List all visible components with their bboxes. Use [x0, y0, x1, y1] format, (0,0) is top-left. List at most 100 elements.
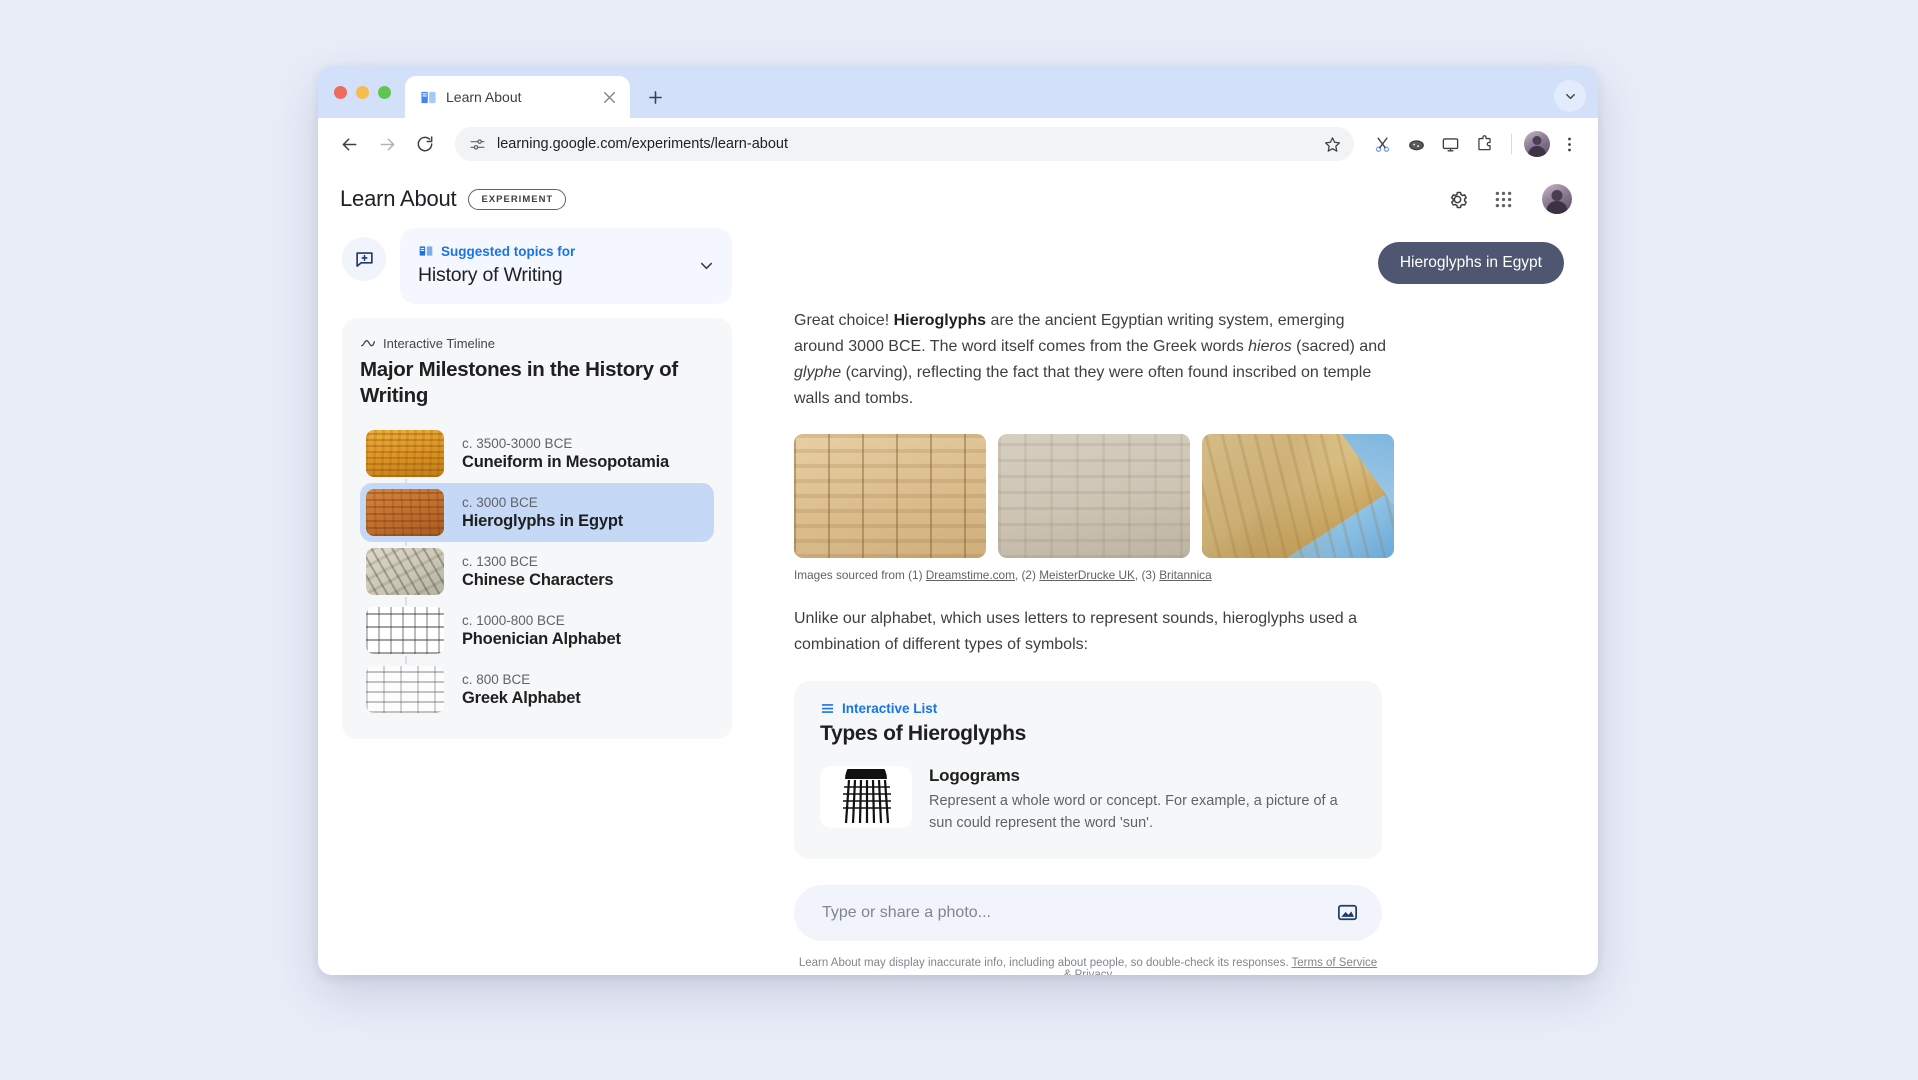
timeline-item-name: Cuneiform in Mesopotamia — [462, 453, 669, 472]
timeline-item-name: Phoenician Alphabet — [462, 630, 621, 649]
forward-arrow-icon — [377, 134, 398, 155]
maximize-window-button[interactable] — [378, 86, 391, 99]
timeline-thumbnail — [366, 430, 444, 477]
list-icon — [820, 701, 835, 716]
sidebar: Suggested topics for History of Writing — [340, 228, 732, 975]
timeline-item[interactable]: c. 1000-800 BCE Phoenician Alphabet — [360, 601, 714, 660]
timeline-thumbnail — [366, 666, 444, 713]
timeline-thumbnail — [366, 607, 444, 654]
timeline-item[interactable]: c. 1300 BCE Chinese Characters — [360, 542, 714, 601]
sun-rays-glyph — [835, 769, 897, 825]
new-tab-button[interactable] — [638, 80, 672, 114]
attribution-link-2[interactable]: MeisterDrucke UK — [1039, 568, 1135, 582]
forward-button[interactable] — [370, 127, 404, 161]
interactive-timeline-card: Interactive Timeline Major Milestones in… — [342, 318, 732, 739]
timeline-item-text: c. 1000-800 BCE Phoenician Alphabet — [462, 613, 621, 649]
reload-button[interactable] — [408, 127, 442, 161]
body-area: Suggested topics for History of Writing — [318, 228, 1598, 975]
three-dot-menu-icon[interactable] — [1554, 129, 1584, 159]
privacy-link[interactable]: Privacy — [1075, 969, 1113, 976]
timeline-item[interactable]: c. 800 BCE Greek Alphabet — [360, 660, 714, 719]
back-button[interactable] — [332, 127, 366, 161]
attribution-link-1[interactable]: Dreamstime.com — [926, 568, 1015, 582]
extensions-icon[interactable] — [1469, 129, 1499, 159]
traffic-lights — [334, 66, 405, 118]
interactive-list-card: Interactive List Types of Hieroglyphs — [794, 681, 1382, 858]
interactive-list-label-row: Interactive List — [820, 701, 1360, 716]
list-item[interactable]: Logograms Represent a whole word or conc… — [820, 766, 1360, 834]
profile-avatar[interactable] — [1524, 131, 1550, 157]
intro-text-3: (sacred) and — [1292, 338, 1386, 355]
reload-icon — [415, 134, 435, 154]
timeline-item-date: c. 3500-3000 BCE — [462, 436, 669, 451]
scissors-icon[interactable] — [1367, 129, 1397, 159]
timeline-item-text: c. 1300 BCE Chinese Characters — [462, 554, 613, 590]
close-window-button[interactable] — [334, 86, 347, 99]
star-icon[interactable] — [1323, 135, 1342, 154]
list-item-thumbnail — [820, 766, 912, 828]
intro-bold-term: Hieroglyphs — [894, 312, 986, 329]
new-chat-button[interactable] — [342, 237, 386, 281]
image-upload-button[interactable] — [1330, 896, 1364, 930]
minimize-window-button[interactable] — [356, 86, 369, 99]
page-content: Learn About EXPERIMENT — [318, 170, 1598, 975]
book-favicon — [420, 89, 437, 106]
interactive-list-title: Types of Hieroglyphs — [820, 722, 1360, 746]
timeline-title: Major Milestones in the History of Writi… — [360, 357, 714, 409]
timeline-item[interactable]: c. 3500-3000 BCE Cuneiform in Mesopotami… — [360, 424, 714, 483]
suggested-topics-label-row: Suggested topics for — [418, 243, 689, 259]
list-item-heading: Logograms — [929, 766, 1339, 786]
apps-button[interactable] — [1486, 182, 1520, 216]
composer-placeholder[interactable]: Type or share a photo... — [822, 904, 1330, 922]
terms-of-service-link[interactable]: Terms of Service — [1292, 957, 1378, 969]
disclaimer-amp: & — [1064, 969, 1075, 976]
conversation-panel: Hieroglyphs in Egypt Great choice! Hiero… — [732, 228, 1576, 975]
plus-icon — [646, 88, 665, 107]
suggested-topics-card[interactable]: Suggested topics for History of Writing — [400, 228, 732, 304]
suggested-topics-label: Suggested topics for — [441, 244, 575, 259]
tab-groups-icon[interactable] — [1401, 129, 1431, 159]
browser-window: Learn About — [318, 66, 1598, 975]
attribution-link-3[interactable]: Britannica — [1159, 568, 1211, 582]
image-upload-icon — [1336, 901, 1359, 924]
timeline-item-date: c. 1000-800 BCE — [462, 613, 621, 628]
intro-text-1: Great choice! — [794, 312, 894, 329]
toolbar-divider — [1511, 134, 1512, 154]
tab-search-button[interactable] — [1554, 80, 1586, 112]
timeline-label-row: Interactive Timeline — [360, 335, 714, 351]
image-gallery — [794, 434, 1568, 558]
hieroglyph-photo[interactable] — [794, 434, 986, 558]
timeline-items: c. 3500-3000 BCE Cuneiform in Mesopotami… — [360, 424, 714, 719]
chevron-down-icon[interactable] — [697, 256, 716, 275]
user-message-row: Hieroglyphs in Egypt — [794, 242, 1568, 284]
image-attribution: Images sourced from (1) Dreamstime.com, … — [794, 568, 1568, 582]
browser-toolbar: learning.google.com/experiments/learn-ab… — [318, 118, 1598, 170]
attribution-prefix: Images sourced from (1) — [794, 568, 926, 582]
close-icon[interactable] — [600, 88, 619, 107]
gear-icon — [1446, 188, 1469, 211]
intro-paragraph: Great choice! Hieroglyphs are the ancien… — [794, 308, 1394, 412]
app-header: Learn About EXPERIMENT — [318, 170, 1598, 228]
timeline-item-date: c. 800 BCE — [462, 672, 581, 687]
timeline-item-text: c. 3500-3000 BCE Cuneiform in Mesopotami… — [462, 436, 669, 472]
book-icon — [418, 243, 434, 259]
settings-button[interactable] — [1440, 182, 1474, 216]
experiment-badge: EXPERIMENT — [468, 189, 566, 210]
browser-tab[interactable]: Learn About — [405, 76, 630, 118]
avatar[interactable] — [1542, 184, 1572, 214]
site-settings-icon[interactable] — [469, 136, 486, 153]
timeline-item-name: Greek Alphabet — [462, 689, 581, 708]
address-bar[interactable]: learning.google.com/experiments/learn-ab… — [455, 127, 1354, 161]
disclaimer: Learn About may display inaccurate info,… — [794, 957, 1382, 976]
cast-icon[interactable] — [1435, 129, 1465, 159]
hieroglyph-photo[interactable] — [998, 434, 1190, 558]
hieroglyph-photo[interactable] — [1202, 434, 1394, 558]
timeline-thumbnail — [366, 548, 444, 595]
chevron-down-icon — [1563, 89, 1578, 104]
list-item-description: Represent a whole word or concept. For e… — [929, 790, 1339, 834]
url-text: learning.google.com/experiments/learn-ab… — [497, 136, 1312, 152]
trend-line-icon — [360, 335, 376, 351]
suggested-topics-main: Suggested topics for History of Writing — [418, 243, 689, 287]
timeline-item[interactable]: c. 3000 BCE Hieroglyphs in Egypt — [360, 483, 714, 542]
message-composer[interactable]: Type or share a photo... — [794, 885, 1382, 941]
